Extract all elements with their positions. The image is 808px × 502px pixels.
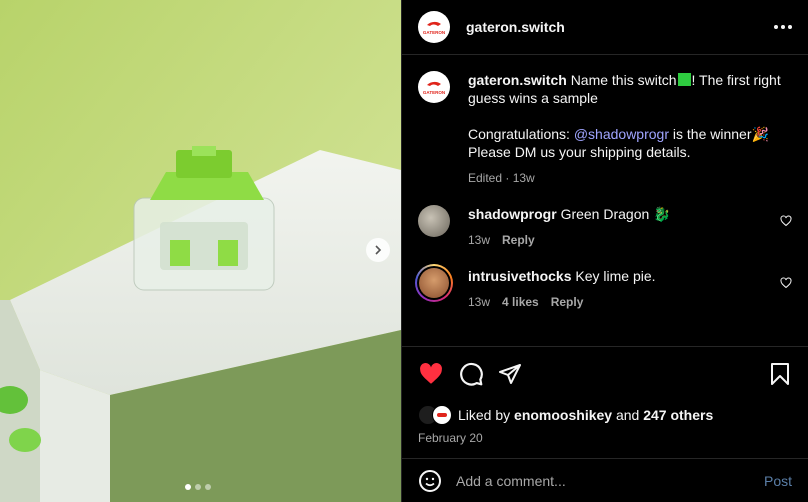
comment-text: Key lime pie. [575, 268, 656, 284]
next-icon [375, 245, 382, 255]
comments-section: GATERON gateron.switch Name this switch!… [402, 55, 808, 345]
avatar[interactable]: GATERON [418, 11, 450, 43]
liker-avatars [418, 405, 454, 425]
likes-middle: and [612, 407, 644, 423]
comment-username[interactable]: shadowprogr [468, 206, 557, 222]
comment-likes[interactable]: 4 likes [502, 295, 539, 309]
like-icon[interactable] [418, 361, 444, 387]
gateron-logo: GATERON [423, 81, 445, 95]
bookmark-icon[interactable] [768, 362, 792, 386]
avatar[interactable] [418, 205, 450, 237]
reply-button[interactable]: Reply [551, 295, 584, 309]
comment-icon[interactable] [458, 361, 484, 387]
comment-row: intrusivethocks Key lime pie. 13w 4 likes… [415, 264, 792, 311]
carousel-dot [195, 484, 201, 490]
caption-avatar[interactable]: GATERON [418, 71, 450, 103]
post-actions: Liked by enomooshikey and 247 others Feb… [402, 346, 808, 445]
likes-others[interactable]: 247 others [643, 407, 713, 423]
congrats-post: is the winner [669, 126, 752, 142]
avatar [432, 405, 452, 425]
heart-small-icon[interactable] [780, 277, 792, 289]
carousel-dots [185, 484, 211, 490]
post-date: February 20 [418, 431, 483, 445]
gateron-logo: GATERON [423, 21, 445, 35]
next-button[interactable] [366, 238, 390, 262]
more-icon [774, 25, 778, 29]
liker-username[interactable]: enomooshikey [514, 407, 612, 423]
edited-label: Edited · 13w [468, 171, 535, 185]
comment-username[interactable]: intrusivethocks [468, 268, 571, 284]
share-icon[interactable] [498, 362, 522, 386]
mention-link[interactable]: @shadowprogr [574, 126, 669, 142]
comment-text: Green Dragon [560, 206, 650, 222]
green-square-emoji [677, 73, 691, 86]
header-username[interactable]: gateron.switch [466, 19, 565, 35]
caption: GATERON gateron.switch Name this switch!… [418, 71, 792, 187]
likes-line: Liked by enomooshikey and 247 others [418, 405, 792, 425]
carousel-dot [205, 484, 211, 490]
post-panel: GATERON gateron.switch GATERON gateron.s… [401, 0, 808, 502]
comment-age: 13w [468, 295, 491, 309]
add-comment-bar: Add a comment... Post [402, 458, 808, 502]
comment-input[interactable]: Add a comment... [456, 473, 764, 489]
logo-text: GATERON [423, 30, 445, 35]
comment-row: shadowprogr Green Dragon 🐉 13w Reply [418, 205, 792, 249]
reply-button[interactable]: Reply [502, 233, 535, 247]
more-button[interactable] [774, 25, 792, 29]
caption-text: Name this switch [570, 72, 677, 88]
avatar[interactable] [415, 264, 453, 302]
post-photo [0, 0, 401, 502]
post-button[interactable]: Post [764, 473, 792, 489]
congrats-pre: Congratulations: [468, 126, 574, 142]
likes-prefix: Liked by [458, 407, 511, 423]
dm-line: Please DM us your shipping details. [468, 144, 691, 160]
carousel-dot-active [185, 484, 191, 490]
svg-text:GATERON: GATERON [423, 90, 445, 95]
emoji-icon[interactable] [418, 469, 442, 493]
party-popper-emoji: 🎉 [751, 126, 769, 142]
heart-small-icon[interactable] [780, 215, 792, 227]
caption-username[interactable]: gateron.switch [468, 72, 567, 88]
dragon-emoji: 🐉 [653, 206, 671, 222]
keyboard-switch-image [0, 0, 401, 502]
comment-age: 13w [468, 233, 491, 247]
post-header: GATERON gateron.switch [402, 0, 808, 55]
